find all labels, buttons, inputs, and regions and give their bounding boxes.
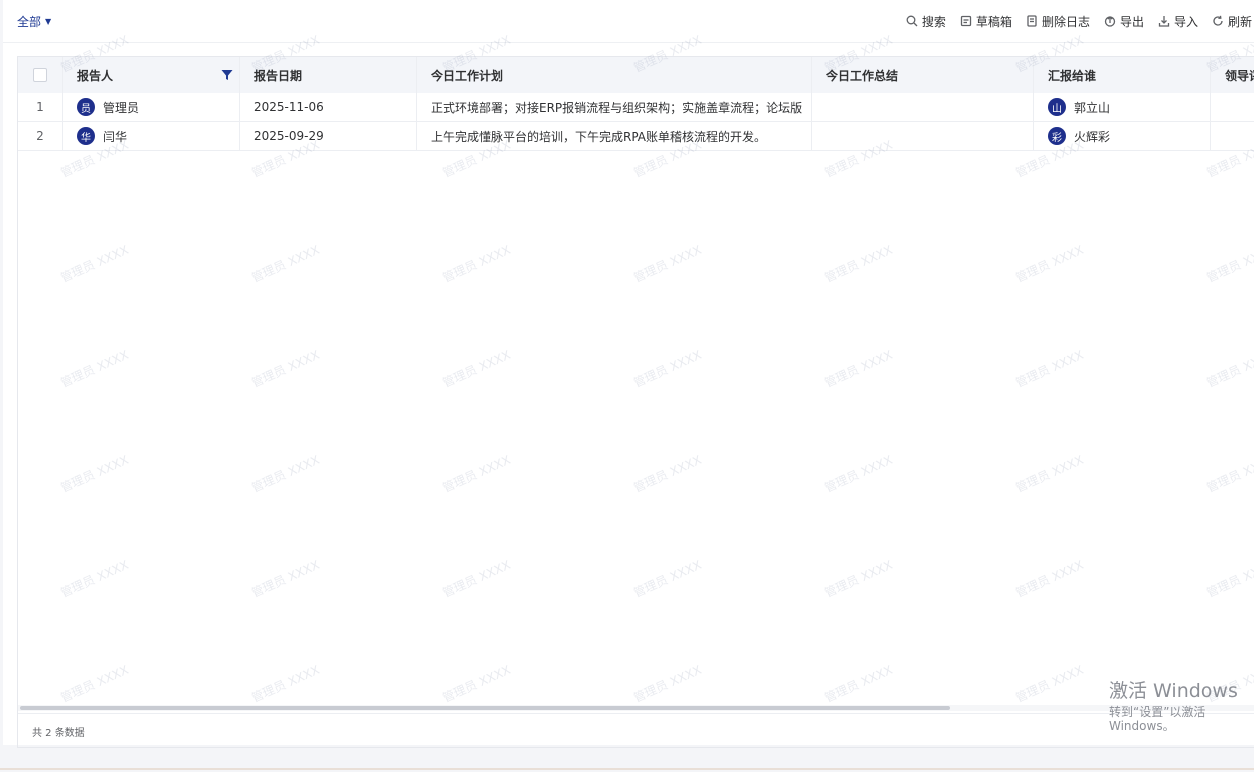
filter-dropdown-label: 全部 bbox=[17, 14, 42, 29]
table-row[interactable]: 1 员 管理员 2025-11-06 正式环境部署；对接ERP报销流程与组织架构… bbox=[18, 93, 1254, 122]
drafts-button[interactable]: 草稿箱 bbox=[960, 13, 1012, 30]
search-icon bbox=[906, 15, 918, 27]
top-toolbar: 全部 ▼ 搜索 草稿箱 删除日志 导出 导入 刷新 bbox=[3, 0, 1254, 43]
table-header: 报告人 报告日期 今日工作计划 今日工作总结 汇报给谁 领导评 bbox=[18, 57, 1254, 94]
row-index: 1 bbox=[36, 100, 44, 114]
header-leader-comment[interactable]: 领导评 bbox=[1211, 57, 1254, 93]
search-button[interactable]: 搜索 bbox=[906, 13, 946, 30]
header-reporter-label: 报告人 bbox=[77, 68, 114, 83]
scrollbar-thumb[interactable] bbox=[20, 706, 950, 710]
reporter-cell: 华 闫华 bbox=[63, 122, 240, 150]
header-date-label: 报告日期 bbox=[254, 68, 303, 83]
activation-subtitle: 转到“设置”以激活 Windows。 bbox=[1109, 704, 1206, 734]
date-cell: 2025-09-29 bbox=[240, 122, 417, 150]
filter-dropdown[interactable]: 全部 ▼ bbox=[17, 12, 51, 30]
activation-title: 激活 Windows bbox=[1109, 680, 1238, 702]
windows-activation-notice: 激活 Windows 转到“设置”以激活 Windows。 bbox=[1109, 680, 1254, 734]
report-to-cell: 彩 火辉彩 bbox=[1034, 122, 1211, 150]
work-plan: 上午完成懂脉平台的培训，下午完成RPA账单稽核流程的开发。 bbox=[431, 129, 767, 144]
header-summary[interactable]: 今日工作总结 bbox=[812, 57, 1034, 93]
select-all-cell bbox=[18, 57, 63, 93]
avatar: 员 bbox=[77, 98, 95, 116]
leader-comment-cell bbox=[1211, 122, 1254, 150]
summary-cell bbox=[812, 122, 1034, 150]
plan-cell: 正式环境部署；对接ERP报销流程与组织架构；实施盖章流程；论坛版 bbox=[417, 93, 812, 121]
leader-comment-cell bbox=[1211, 93, 1254, 121]
reporter-name: 管理员 bbox=[103, 100, 140, 115]
document-icon bbox=[1027, 15, 1037, 27]
import-button[interactable]: 导入 bbox=[1158, 13, 1198, 30]
refresh-label: 刷新 bbox=[1227, 14, 1252, 29]
horizontal-scrollbar[interactable] bbox=[18, 705, 1254, 711]
plan-cell: 上午完成懂脉平台的培训，下午完成RPA账单稽核流程的开发。 bbox=[417, 122, 812, 150]
header-date[interactable]: 报告日期 bbox=[240, 57, 417, 93]
report-to-name: 郭立山 bbox=[1074, 100, 1111, 115]
reporter-cell: 员 管理员 bbox=[63, 93, 240, 121]
row-index-cell: 1 bbox=[18, 93, 63, 121]
row-index: 2 bbox=[36, 129, 44, 143]
refresh-button[interactable]: 刷新 bbox=[1212, 13, 1252, 30]
table-row[interactable]: 2 华 闫华 2025-09-29 上午完成懂脉平台的培训，下午完成RPA账单稽… bbox=[18, 122, 1254, 151]
table-footer: 共 2 条数据 bbox=[18, 713, 1254, 747]
avatar: 山 bbox=[1048, 98, 1066, 116]
work-plan: 正式环境部署；对接ERP报销流程与组织架构；实施盖章流程；论坛版 bbox=[431, 100, 803, 115]
export-button[interactable]: 导出 bbox=[1104, 13, 1144, 30]
report-table: 报告人 报告日期 今日工作计划 今日工作总结 汇报给谁 领导评 1 bbox=[17, 56, 1254, 748]
header-plan[interactable]: 今日工作计划 bbox=[417, 57, 812, 93]
select-all-checkbox[interactable] bbox=[33, 68, 47, 82]
drafts-icon bbox=[960, 15, 972, 27]
import-icon bbox=[1158, 16, 1170, 27]
window-bottom-edge bbox=[0, 768, 1254, 770]
header-leader-comment-label: 领导评 bbox=[1225, 68, 1254, 83]
search-label: 搜索 bbox=[921, 14, 946, 29]
main-panel: 全部 ▼ 搜索 草稿箱 删除日志 导出 导入 刷新 报告人 报告日期 今日工作计… bbox=[3, 0, 1254, 748]
delete-log-button[interactable]: 删除日志 bbox=[1026, 13, 1090, 30]
drafts-label: 草稿箱 bbox=[975, 14, 1012, 29]
header-report-to-label: 汇报给谁 bbox=[1048, 68, 1097, 83]
reporter-name: 闫华 bbox=[103, 129, 128, 144]
export-label: 导出 bbox=[1119, 14, 1144, 29]
date-cell: 2025-11-06 bbox=[240, 93, 417, 121]
total-count: 共 2 条数据 bbox=[32, 728, 85, 739]
header-plan-label: 今日工作计划 bbox=[431, 68, 504, 83]
report-to-name: 火辉彩 bbox=[1074, 129, 1111, 144]
row-index-cell: 2 bbox=[18, 122, 63, 150]
header-summary-label: 今日工作总结 bbox=[826, 68, 899, 83]
report-to-cell: 山 郭立山 bbox=[1034, 93, 1211, 121]
summary-cell bbox=[812, 93, 1034, 121]
report-date: 2025-09-29 bbox=[254, 129, 324, 143]
refresh-icon bbox=[1213, 15, 1223, 26]
export-icon bbox=[1104, 16, 1116, 27]
header-reporter[interactable]: 报告人 bbox=[63, 57, 240, 93]
avatar: 彩 bbox=[1048, 127, 1066, 145]
filter-funnel-icon[interactable] bbox=[221, 69, 233, 81]
delete-log-label: 删除日志 bbox=[1041, 14, 1090, 29]
caret-down-icon: ▼ bbox=[45, 16, 52, 26]
header-report-to[interactable]: 汇报给谁 bbox=[1034, 57, 1211, 93]
action-toolbar: 搜索 草稿箱 删除日志 导出 导入 刷新 bbox=[906, 12, 1252, 30]
import-label: 导入 bbox=[1173, 14, 1198, 29]
avatar: 华 bbox=[77, 127, 95, 145]
report-date: 2025-11-06 bbox=[254, 100, 324, 114]
